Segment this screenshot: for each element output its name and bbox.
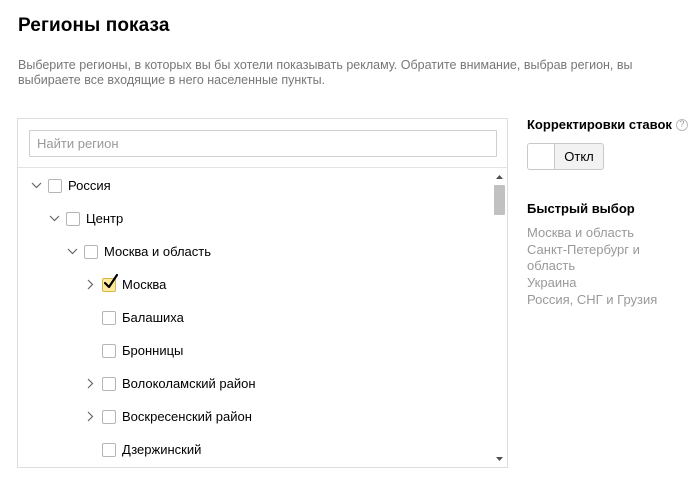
region-checkbox[interactable] [102, 442, 116, 457]
region-label: Центр [86, 211, 124, 226]
bid-adjustments-toggle[interactable]: Откл [527, 143, 604, 170]
quick-select-list: Москва и область Санкт-Петербург и облас… [527, 225, 677, 309]
bid-adjustments-title: Корректировки ставок [527, 117, 672, 132]
page-description: Выберите регионы, в которых вы бы хотели… [18, 58, 633, 87]
region-label: Волоколамский район [122, 376, 256, 391]
chevron-down-icon[interactable] [66, 245, 79, 258]
page-title: Регионы показа [18, 15, 170, 36]
region-label: Балашиха [122, 310, 184, 325]
region-checkbox[interactable] [66, 211, 80, 226]
tree-row[interactable]: Россия [30, 169, 492, 202]
region-checkbox[interactable] [48, 178, 62, 193]
toggle-label: Откл [564, 149, 594, 164]
region-label: Бронницы [122, 343, 184, 358]
checkmark-icon [103, 273, 119, 288]
tree-row[interactable]: Москва [84, 268, 492, 301]
region-tree-panel: Россия Центр Москва и область Москва Балаших… [17, 118, 508, 468]
quick-select-link[interactable]: Санкт-Петербург и область [527, 242, 677, 274]
chevron-down-icon[interactable] [30, 179, 43, 192]
region-tree-list: Россия Центр Москва и область Москва Балаших… [18, 169, 492, 467]
region-label: Москва и область [104, 244, 212, 259]
scroll-up-arrow-icon[interactable] [492, 171, 507, 183]
region-label: Воскресенский район [122, 409, 252, 424]
question-circle-icon[interactable]: ? [675, 118, 688, 131]
tree-scrollbar[interactable] [492, 169, 507, 467]
chevron-right-icon[interactable] [84, 278, 97, 291]
bid-adjustments-header: Корректировки ставок ? [527, 117, 692, 132]
scroll-down-arrow-icon[interactable] [492, 453, 507, 465]
search-container [18, 119, 507, 168]
region-checkbox[interactable] [102, 310, 116, 325]
region-checkbox[interactable] [102, 409, 116, 424]
region-label: Москва [122, 277, 167, 292]
region-label: Дзержинский [122, 442, 202, 457]
tree-row[interactable]: Балашиха [84, 301, 492, 334]
quick-select-title: Быстрый выбор [527, 201, 635, 216]
tree-row[interactable]: Воскресенский район [84, 400, 492, 433]
quick-select-link[interactable]: Украина [527, 275, 677, 291]
tree-row[interactable]: Москва и область [66, 235, 492, 268]
tree-row[interactable]: Волоколамский район [84, 367, 492, 400]
quick-select-link[interactable]: Москва и область [527, 225, 677, 241]
region-checkbox[interactable] [102, 376, 116, 391]
region-search-input[interactable] [29, 130, 497, 157]
region-label: Россия [68, 178, 111, 193]
scrollbar-thumb[interactable] [494, 185, 505, 215]
quick-select-link[interactable]: Россия, СНГ и Грузия [527, 292, 677, 308]
sidebar-right: Корректировки ставок ? Откл Быстрый выбо… [527, 117, 692, 307]
region-checkbox[interactable] [102, 343, 116, 358]
tree-row[interactable]: Центр [48, 202, 492, 235]
region-checkbox[interactable] [84, 244, 98, 259]
tree-row[interactable]: Дзержинский [84, 433, 492, 466]
region-checkbox[interactable] [102, 273, 119, 292]
chevron-down-icon[interactable] [48, 212, 61, 225]
tree-row[interactable]: Бронницы [84, 334, 492, 367]
chevron-right-icon[interactable] [84, 377, 97, 390]
chevron-right-icon[interactable] [84, 410, 97, 423]
toggle-knob[interactable] [528, 144, 555, 169]
